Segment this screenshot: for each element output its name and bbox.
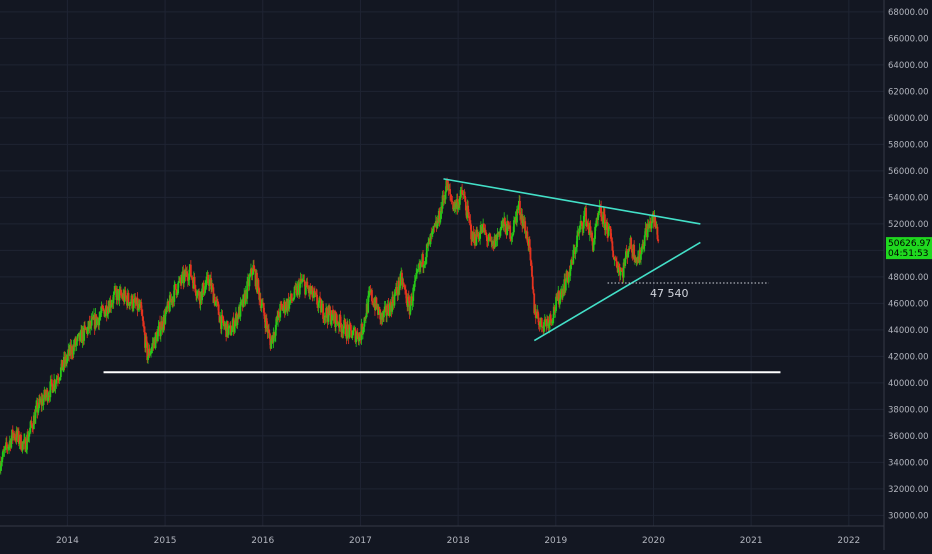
candle-body (564, 280, 567, 291)
y-tick-label: 32000.00 (888, 485, 929, 495)
candle-body (365, 317, 367, 319)
candle-body (529, 247, 532, 261)
candlestick-chart[interactable]: 30000.00 32000.00 34000.00 36000.00 38000.00… (0, 0, 932, 550)
x-tick-label: 2016 (251, 536, 274, 546)
candle-body (349, 324, 352, 331)
price-badge-countdown: 04:51:53 (888, 249, 928, 259)
y-tick-label: 62000.00 (888, 87, 929, 97)
price-badge: 50626.97 04:51:53 (886, 237, 932, 260)
y-tick-label: 48000.00 (888, 273, 929, 283)
y-tick-label: 38000.00 (888, 405, 929, 415)
x-tick-label: 2020 (642, 536, 665, 546)
candle-body (540, 317, 543, 328)
candle-body (189, 264, 192, 277)
chart-background (0, 0, 932, 550)
candle-body (193, 276, 196, 286)
y-tick-label: 46000.00 (888, 299, 929, 309)
candle-body (640, 254, 642, 260)
x-tick-label: 2019 (544, 536, 567, 546)
price-badge-price: 50626.97 (888, 239, 931, 249)
candle-body (127, 292, 130, 303)
y-tick-label: 54000.00 (888, 193, 929, 203)
y-tick-label: 40000.00 (888, 379, 929, 389)
y-tick-label: 64000.00 (888, 61, 929, 71)
candle-body (532, 289, 535, 294)
y-tick-label: 66000.00 (888, 34, 929, 44)
y-tick-label: 34000.00 (888, 458, 929, 468)
candle-body (159, 330, 162, 337)
candle-body (413, 280, 416, 287)
chart-root: 30000.00 32000.00 34000.00 36000.00 38000.00… (0, 0, 932, 550)
candle-body (174, 283, 177, 290)
candle-body (657, 239, 660, 242)
y-tick-label: 58000.00 (888, 140, 929, 150)
candle-body (2, 450, 4, 457)
candle-body (217, 304, 220, 315)
x-tick-label: 2015 (154, 536, 177, 546)
x-tick-label: 2018 (447, 536, 470, 546)
y-tick-label: 56000.00 (888, 167, 929, 177)
candle-body (496, 233, 499, 240)
y-tick-label: 60000.00 (888, 114, 929, 124)
candle-body (351, 335, 354, 339)
candle-body (230, 332, 233, 336)
candle-body (528, 239, 531, 248)
candle-body (597, 213, 600, 216)
candle-body (204, 286, 207, 293)
x-tick-label: 2014 (56, 536, 79, 546)
y-tick-label: 42000.00 (888, 352, 929, 362)
y-tick-label: 30000.00 (888, 511, 929, 521)
candle-body (248, 276, 251, 287)
candle-body (531, 265, 533, 277)
candle-body (444, 191, 447, 200)
x-tick-label: 2017 (349, 536, 372, 546)
candle-body (378, 307, 381, 310)
candle-body (371, 290, 373, 302)
y-tick-label: 68000.00 (888, 8, 929, 18)
y-tick-label: 52000.00 (888, 220, 929, 230)
x-tick-label: 2021 (740, 536, 763, 546)
candle-body (439, 218, 442, 223)
y-tick-label: 36000.00 (888, 432, 929, 442)
level-annotation-label: 47 540 (650, 287, 689, 300)
candle-body (28, 432, 31, 437)
candle-body (449, 189, 451, 195)
x-tick-label: 2022 (837, 536, 860, 546)
y-tick-label: 44000.00 (888, 326, 929, 336)
